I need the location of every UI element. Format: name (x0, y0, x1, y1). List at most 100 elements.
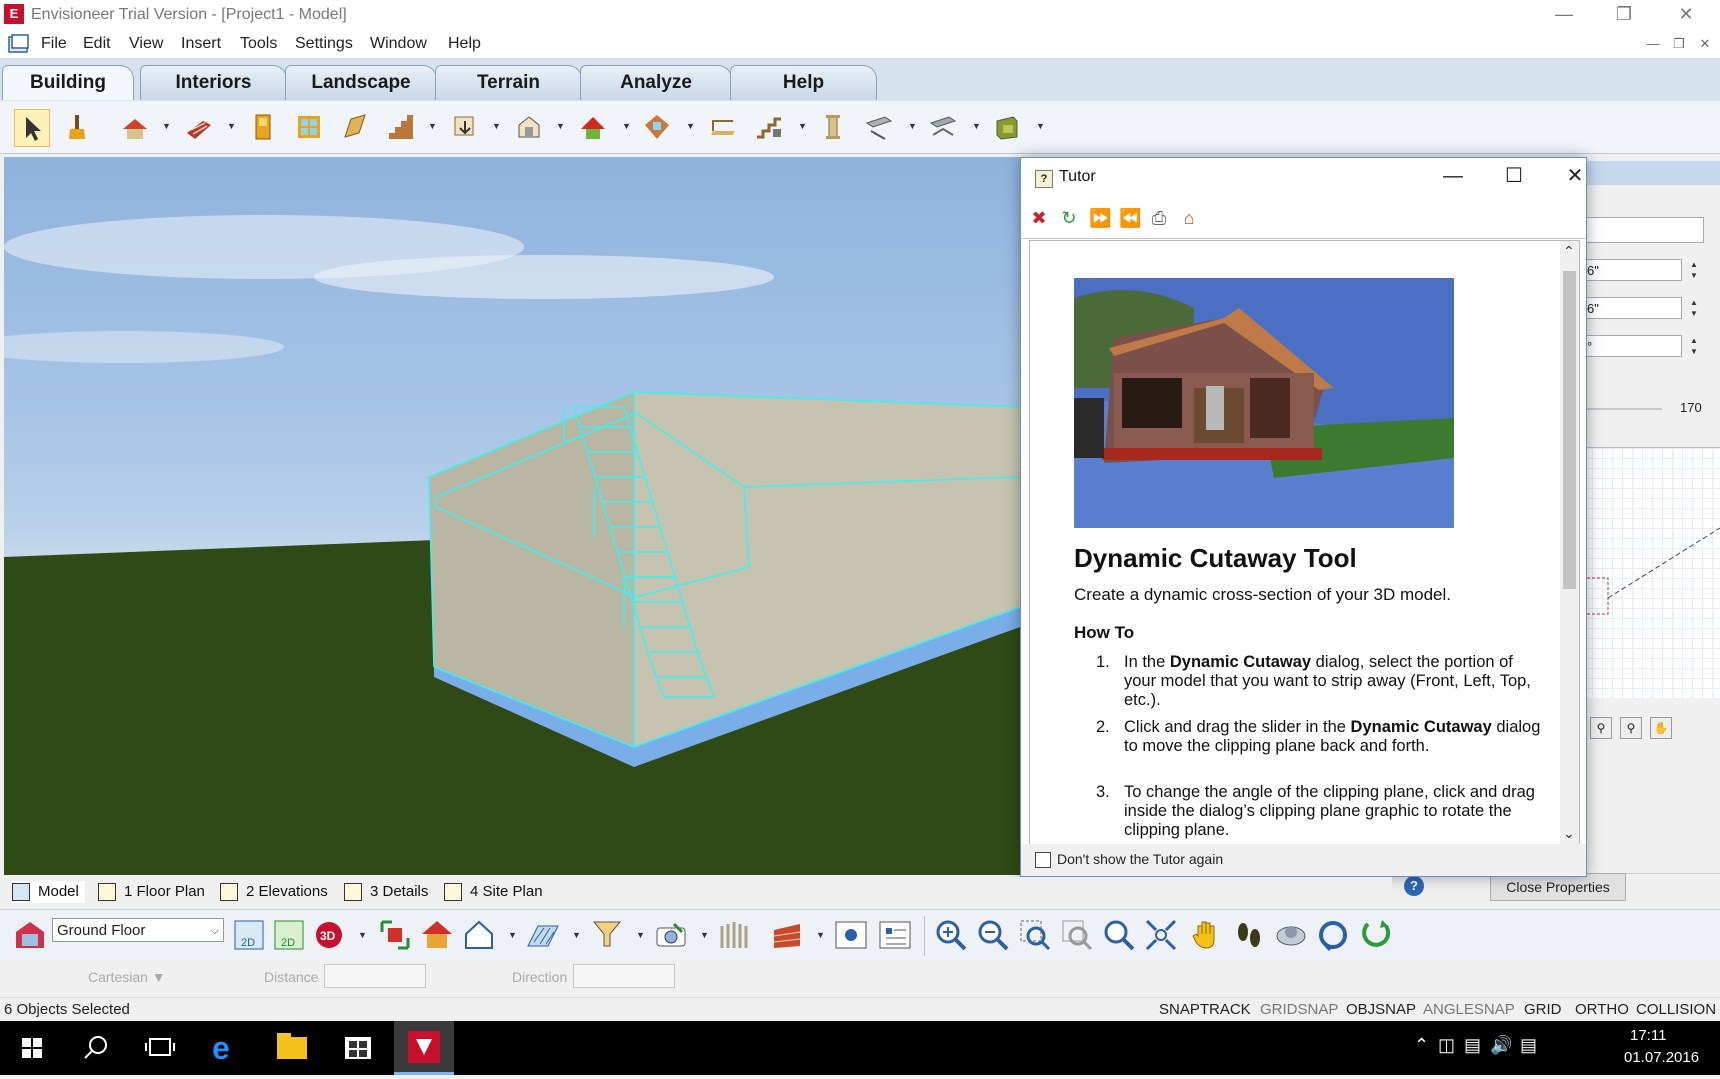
view-3d-dropdown-arrow[interactable]: ▼ (358, 930, 367, 940)
preview-pan-icon[interactable]: ✋ (1650, 717, 1672, 739)
view-tab-model[interactable]: Model (12, 881, 85, 903)
wall-material-icon[interactable] (770, 918, 804, 952)
select-arrow-icon[interactable] (14, 109, 50, 147)
zoom-fit-icon[interactable] (1144, 918, 1178, 952)
tutor-close-x-icon[interactable]: ✖ (1029, 208, 1049, 228)
cabinet-dropdown-arrow[interactable]: ▼ (1036, 121, 1045, 131)
zoom-in-icon[interactable] (934, 918, 968, 952)
clock-time[interactable]: 17:11 (1630, 1027, 1666, 1044)
anglesnap-toggle[interactable]: ANGLESNAP (1423, 1001, 1515, 1018)
roof-wand-icon[interactable] (118, 109, 152, 145)
roof-style-dropdown-arrow[interactable]: ▼ (622, 121, 631, 131)
filter-dropdown-arrow[interactable]: ▼ (636, 930, 645, 940)
beam-icon[interactable] (862, 109, 896, 145)
tutor-scrollbar[interactable]: ⌃ ⌄ (1560, 241, 1579, 845)
fence-icon[interactable] (718, 918, 752, 952)
house-view-icon[interactable] (420, 918, 454, 952)
field-2-spinner[interactable]: ▲ ▼ (1686, 297, 1702, 319)
menu-file[interactable]: File (41, 35, 67, 53)
menu-window[interactable]: Window (370, 35, 427, 53)
mdi-restore-button[interactable]: ❐ (1668, 34, 1690, 54)
menu-help[interactable]: Help (448, 35, 481, 53)
view-2d-render-icon[interactable]: 2D (272, 918, 306, 952)
close-properties-button[interactable]: Close Properties (1490, 873, 1626, 901)
tab-landscape[interactable]: Landscape (285, 65, 437, 100)
tutor-content[interactable]: Dynamic Cutaway Tool Create a dynamic cr… (1029, 240, 1580, 846)
properties-field-2[interactable]: 6" (1582, 297, 1682, 319)
mdi-close-button[interactable]: ✕ (1694, 34, 1716, 54)
stair-dropdown-arrow[interactable]: ▼ (428, 121, 437, 131)
file-explorer-icon[interactable] (262, 1021, 322, 1075)
deck-icon[interactable] (706, 109, 740, 145)
roof-icon[interactable] (576, 109, 610, 145)
room-icon[interactable] (512, 109, 546, 145)
wall-icon[interactable] (182, 109, 216, 145)
search-icon[interactable] (66, 1021, 126, 1075)
preview-zoom-icon[interactable]: ⚲ (1590, 717, 1612, 739)
hatch-dropdown-arrow[interactable]: ▼ (572, 930, 581, 940)
cabinet-icon[interactable] (990, 109, 1024, 145)
angle-spinner[interactable]: ▲ ▼ (1686, 335, 1702, 357)
menu-tools[interactable]: Tools (240, 35, 277, 53)
zoom-previous-icon[interactable] (1060, 918, 1094, 952)
camera-dropdown-arrow[interactable]: ▼ (700, 930, 709, 940)
restore-button[interactable]: ❐ (1596, 0, 1652, 30)
zoom-out-icon[interactable] (976, 918, 1010, 952)
column-icon[interactable] (816, 109, 850, 145)
coordinate-mode-select[interactable]: Cartesian ▼ (88, 969, 166, 985)
edge-browser-icon[interactable]: e (196, 1021, 256, 1075)
filter-icon[interactable] (590, 918, 624, 952)
stair-icon[interactable] (384, 109, 418, 145)
opening-icon[interactable] (338, 109, 372, 145)
tab-help[interactable]: Help (730, 65, 877, 100)
properties-preview-grid[interactable] (1582, 447, 1720, 698)
properties-angle-field[interactable]: ° (1582, 335, 1682, 357)
tutor-scroll-thumb[interactable] (1563, 271, 1576, 589)
action-center-icon[interactable]: ▤ (1520, 1035, 1537, 1056)
properties-name-field[interactable] (1582, 217, 1704, 243)
skylight-icon[interactable] (640, 109, 674, 145)
beam-dropdown-arrow[interactable]: ▼ (908, 121, 917, 131)
floor-select[interactable]: Ground Floor ⌵ (52, 918, 224, 942)
show-hidden-icons-icon[interactable]: ⌃ (1414, 1035, 1429, 1056)
direction-field[interactable] (573, 964, 675, 988)
menu-edit[interactable]: Edit (83, 35, 111, 53)
view-tab-site-plan[interactable]: 4 Site Plan (444, 881, 543, 903)
gridsnap-toggle[interactable]: GRIDSNAP (1260, 1001, 1338, 1018)
floor-manager-icon[interactable] (14, 920, 46, 950)
truss-icon[interactable] (926, 109, 960, 145)
menu-insert[interactable]: Insert (181, 35, 221, 53)
view-2d-icon[interactable]: 2D (232, 918, 266, 952)
minimize-button[interactable]: — (1536, 0, 1592, 30)
layer-options-icon[interactable] (878, 918, 912, 952)
tutor-close-button[interactable]: ✕ (1550, 160, 1600, 192)
help-icon[interactable]: ? (1404, 876, 1424, 896)
refresh-view-icon[interactable] (1360, 918, 1394, 952)
exterior-view-icon[interactable] (462, 918, 496, 952)
menu-view[interactable]: View (129, 35, 163, 53)
tutor-home-icon[interactable]: ⌂ (1179, 208, 1199, 228)
menu-settings[interactable]: Settings (295, 35, 353, 53)
view-tab-elevations[interactable]: 2 Elevations (220, 881, 328, 903)
dont-show-checkbox[interactable] (1035, 852, 1051, 868)
tab-interiors[interactable]: Interiors (140, 65, 287, 100)
tutor-forward-icon[interactable]: ⏩ (1089, 208, 1111, 228)
ortho-toggle[interactable]: ORTHO (1575, 1001, 1629, 1018)
store-icon[interactable] (328, 1021, 388, 1075)
grid-toggle[interactable]: GRID (1524, 1001, 1562, 1018)
collision-toggle[interactable]: COLLISION (1636, 1001, 1716, 1018)
properties-field-1[interactable]: 6" (1582, 259, 1682, 281)
room-dropdown-arrow[interactable]: ▼ (556, 121, 565, 131)
tutor-print-icon[interactable]: ⎙ (1149, 208, 1169, 228)
display-options-icon[interactable] (834, 918, 868, 952)
zoom-extents-icon[interactable] (378, 918, 412, 952)
hatch-icon[interactable] (526, 918, 560, 952)
tutor-refresh-icon[interactable]: ↻ (1059, 208, 1079, 228)
model-3d-viewport[interactable] (4, 157, 1020, 875)
objsnap-toggle[interactable]: OBJSNAP (1346, 1001, 1416, 1018)
railing-icon[interactable] (752, 109, 786, 145)
field-1-spinner[interactable]: ▲ ▼ (1686, 259, 1702, 281)
close-button[interactable]: ✕ (1658, 0, 1714, 30)
tab-terrain[interactable]: Terrain (435, 65, 582, 100)
document-app-icon[interactable] (8, 34, 30, 54)
